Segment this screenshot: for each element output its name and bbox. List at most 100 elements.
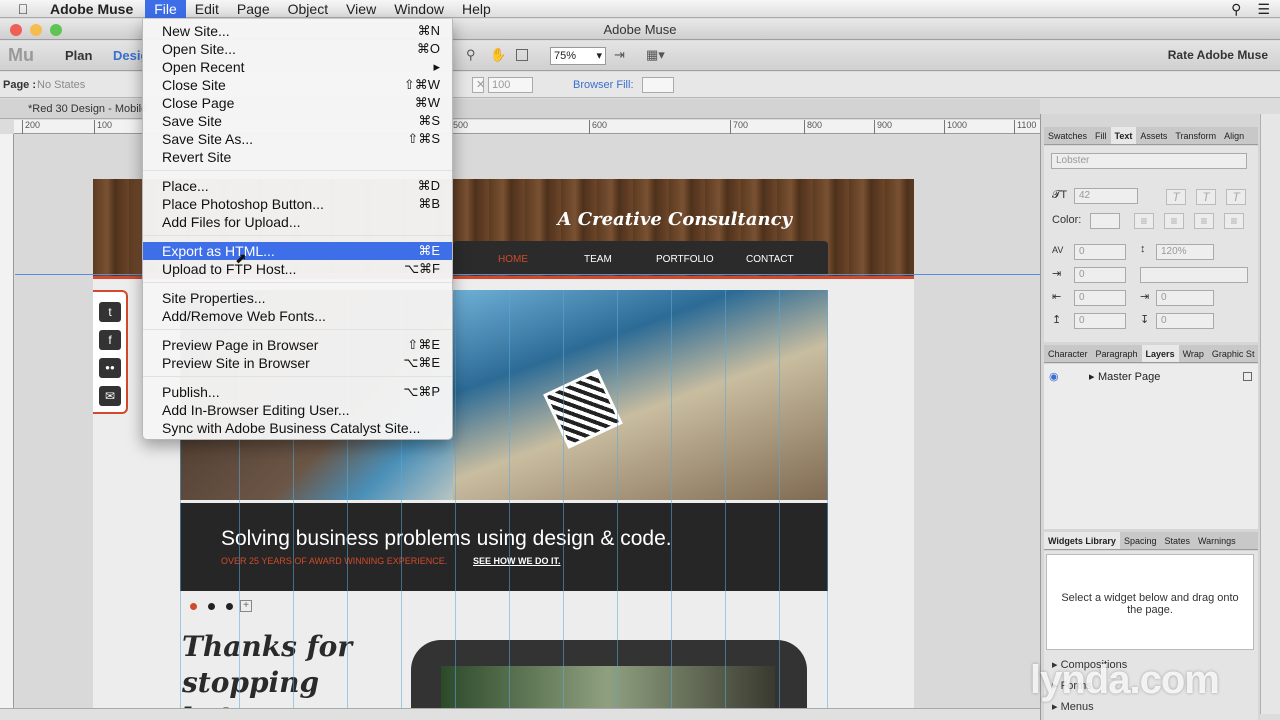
space-before-field[interactable]: 0 [1074, 313, 1126, 329]
tab-align[interactable]: Align [1220, 127, 1248, 144]
menu-object[interactable]: Object [279, 0, 337, 18]
tab-warnings[interactable]: Warnings [1194, 532, 1240, 549]
email-icon[interactable]: ✉ [99, 386, 121, 406]
expand-arrow-icon[interactable]: ▸ [1089, 368, 1095, 386]
tab-assets[interactable]: Assets [1136, 127, 1171, 144]
italic-icon[interactable]: T [1196, 189, 1216, 205]
eye-icon[interactable]: ◉ [1049, 368, 1059, 386]
tab-layers[interactable]: Layers [1141, 345, 1179, 362]
tab-paragraph[interactable]: Paragraph [1092, 345, 1142, 362]
preview-icon[interactable]: ⇥ [614, 47, 625, 65]
facebook-icon[interactable]: f [99, 330, 121, 350]
menu-item-place[interactable]: Place... ⌘D [143, 177, 452, 195]
align-center-icon[interactable]: ≡ [1164, 213, 1184, 229]
nav-contact[interactable]: CONTACT [746, 254, 794, 265]
menu-item-add-files-for-upload[interactable]: Add Files for Upload... [143, 213, 452, 231]
width-field[interactable]: 100 [488, 77, 533, 93]
menu-window[interactable]: Window [385, 0, 453, 18]
zoom-select[interactable]: 75% ▾ [550, 47, 606, 65]
menu-file[interactable]: File [145, 0, 186, 18]
zoom-window-icon[interactable] [50, 24, 62, 36]
nav-home[interactable]: HOME [498, 254, 528, 265]
font-size-field[interactable]: 42 [1074, 188, 1138, 204]
banner-title[interactable]: Solving business problems using design &… [221, 527, 672, 551]
slider-dot[interactable] [226, 603, 233, 610]
layout-icon[interactable]: ▦▾ [646, 47, 665, 65]
thanks-heading[interactable]: Thanks for stopping by! [182, 629, 372, 708]
nav-team[interactable]: TEAM [584, 254, 612, 265]
menu-item-preview-site[interactable]: Preview Site in Browser ⌥⌘E [143, 354, 452, 372]
menu-item-add-remove-web-fonts[interactable]: Add/Remove Web Fonts... [143, 307, 452, 325]
rectangle-tool-icon[interactable] [516, 49, 528, 61]
tab-wrap[interactable]: Wrap [1179, 345, 1208, 362]
menu-item-open-recent[interactable]: Open Recent ▸ [143, 58, 452, 76]
right-indent-field[interactable]: 0 [1156, 290, 1214, 306]
menu-item-revert-site[interactable]: Revert Site [143, 148, 452, 166]
nav-portfolio[interactable]: PORTFOLIO [656, 254, 714, 265]
menu-help[interactable]: Help [453, 0, 500, 18]
rate-muse-button[interactable]: Rate Adobe Muse [1168, 48, 1268, 62]
left-indent-field[interactable]: 0 [1074, 290, 1126, 306]
site-nav[interactable]: HOME TEAM PORTFOLIO CONTACT [453, 241, 828, 275]
menu-item-save-site[interactable]: Save Site ⌘S [143, 112, 452, 130]
zoom-tool-icon[interactable]: ⚲ [466, 47, 476, 65]
social-bar[interactable]: t f ●● ✉ [93, 290, 128, 414]
tab-transform[interactable]: Transform [1171, 127, 1220, 144]
menu-item-export-as-html[interactable]: Export as HTML... ⌘E [143, 242, 452, 260]
tab-graphic-styles[interactable]: Graphic St [1208, 345, 1258, 362]
menu-item-publish[interactable]: Publish... ⌥⌘P [143, 383, 452, 401]
menu-item-sync-business-catalyst[interactable]: Sync with Adobe Business Catalyst Site..… [143, 419, 452, 437]
flickr-icon[interactable]: ●● [99, 358, 121, 378]
justify-icon[interactable]: ≡ [1224, 213, 1244, 229]
browser-fill-label[interactable]: Browser Fill: [573, 79, 634, 91]
tab-fill[interactable]: Fill [1091, 127, 1111, 144]
tab-text[interactable]: Text [1110, 127, 1137, 144]
constrain-icon[interactable]: ✕ [472, 77, 485, 93]
first-indent-field[interactable]: 0 [1074, 267, 1126, 283]
states-select[interactable]: No States [37, 79, 85, 91]
paragraph-style-select[interactable] [1140, 267, 1248, 283]
apple-icon[interactable]:  [0, 1, 46, 17]
text-color-swatch[interactable] [1090, 213, 1120, 229]
menu-item-new-site[interactable]: New Site... ⌘N [143, 22, 452, 40]
menu-item-preview-page[interactable]: Preview Page in Browser ⇧⌘E [143, 336, 452, 354]
underline-icon[interactable]: T [1226, 189, 1246, 205]
menu-item-add-editing-user[interactable]: Add In-Browser Editing User... [143, 401, 452, 419]
vertical-ruler[interactable] [0, 134, 14, 720]
design-mode-button[interactable]: Design [113, 48, 143, 63]
twitter-icon[interactable]: t [99, 302, 121, 322]
layer-name[interactable]: Master Page [1098, 368, 1160, 386]
menu-item-upload-to-ftp-host[interactable]: Upload to FTP Host... ⌥⌘F [143, 260, 452, 278]
tracking-field[interactable]: 0 [1074, 244, 1126, 260]
text-style-icon[interactable]: T [1166, 189, 1186, 205]
menu-item-open-site[interactable]: Open Site... ⌘O [143, 40, 452, 58]
plan-mode-button[interactable]: Plan [65, 48, 92, 63]
font-family-select[interactable]: Lobster [1051, 153, 1247, 169]
add-slide-icon[interactable]: + [240, 600, 252, 612]
tab-spacing[interactable]: Spacing [1120, 532, 1161, 549]
close-window-icon[interactable] [10, 24, 22, 36]
menu-item-site-properties[interactable]: Site Properties... [143, 289, 452, 307]
tab-widgets-library[interactable]: Widgets Library [1044, 532, 1120, 549]
banner-link[interactable]: SEE HOW WE DO IT. [473, 556, 561, 566]
menu-item-close-page[interactable]: Close Page ⌘W [143, 94, 452, 112]
spotlight-search-icon[interactable]: ⚲ [1231, 1, 1241, 18]
menu-item-save-site-as[interactable]: Save Site As... ⇧⌘S [143, 130, 452, 148]
space-after-field[interactable]: 0 [1156, 313, 1214, 329]
menu-view[interactable]: View [337, 0, 385, 18]
layer-row[interactable]: ◉ ▸ Master Page [1044, 368, 1258, 386]
tab-states[interactable]: States [1160, 532, 1194, 549]
align-right-icon[interactable]: ≡ [1194, 213, 1214, 229]
menu-item-close-site[interactable]: Close Site ⇧⌘W [143, 76, 452, 94]
tab-swatches[interactable]: Swatches [1044, 127, 1091, 144]
menu-edit[interactable]: Edit [186, 0, 228, 18]
align-left-icon[interactable]: ≡ [1134, 213, 1154, 229]
notification-list-icon[interactable]: ☰ [1257, 1, 1270, 18]
hand-tool-icon[interactable]: ✋ [490, 47, 506, 65]
slider-dot[interactable] [190, 603, 197, 610]
vertical-scrollbar[interactable] [1260, 114, 1280, 714]
browser-fill-swatch[interactable] [642, 77, 674, 93]
minimize-window-icon[interactable] [30, 24, 42, 36]
tab-character[interactable]: Character [1044, 345, 1092, 362]
horizontal-scrollbar[interactable] [0, 708, 1040, 720]
